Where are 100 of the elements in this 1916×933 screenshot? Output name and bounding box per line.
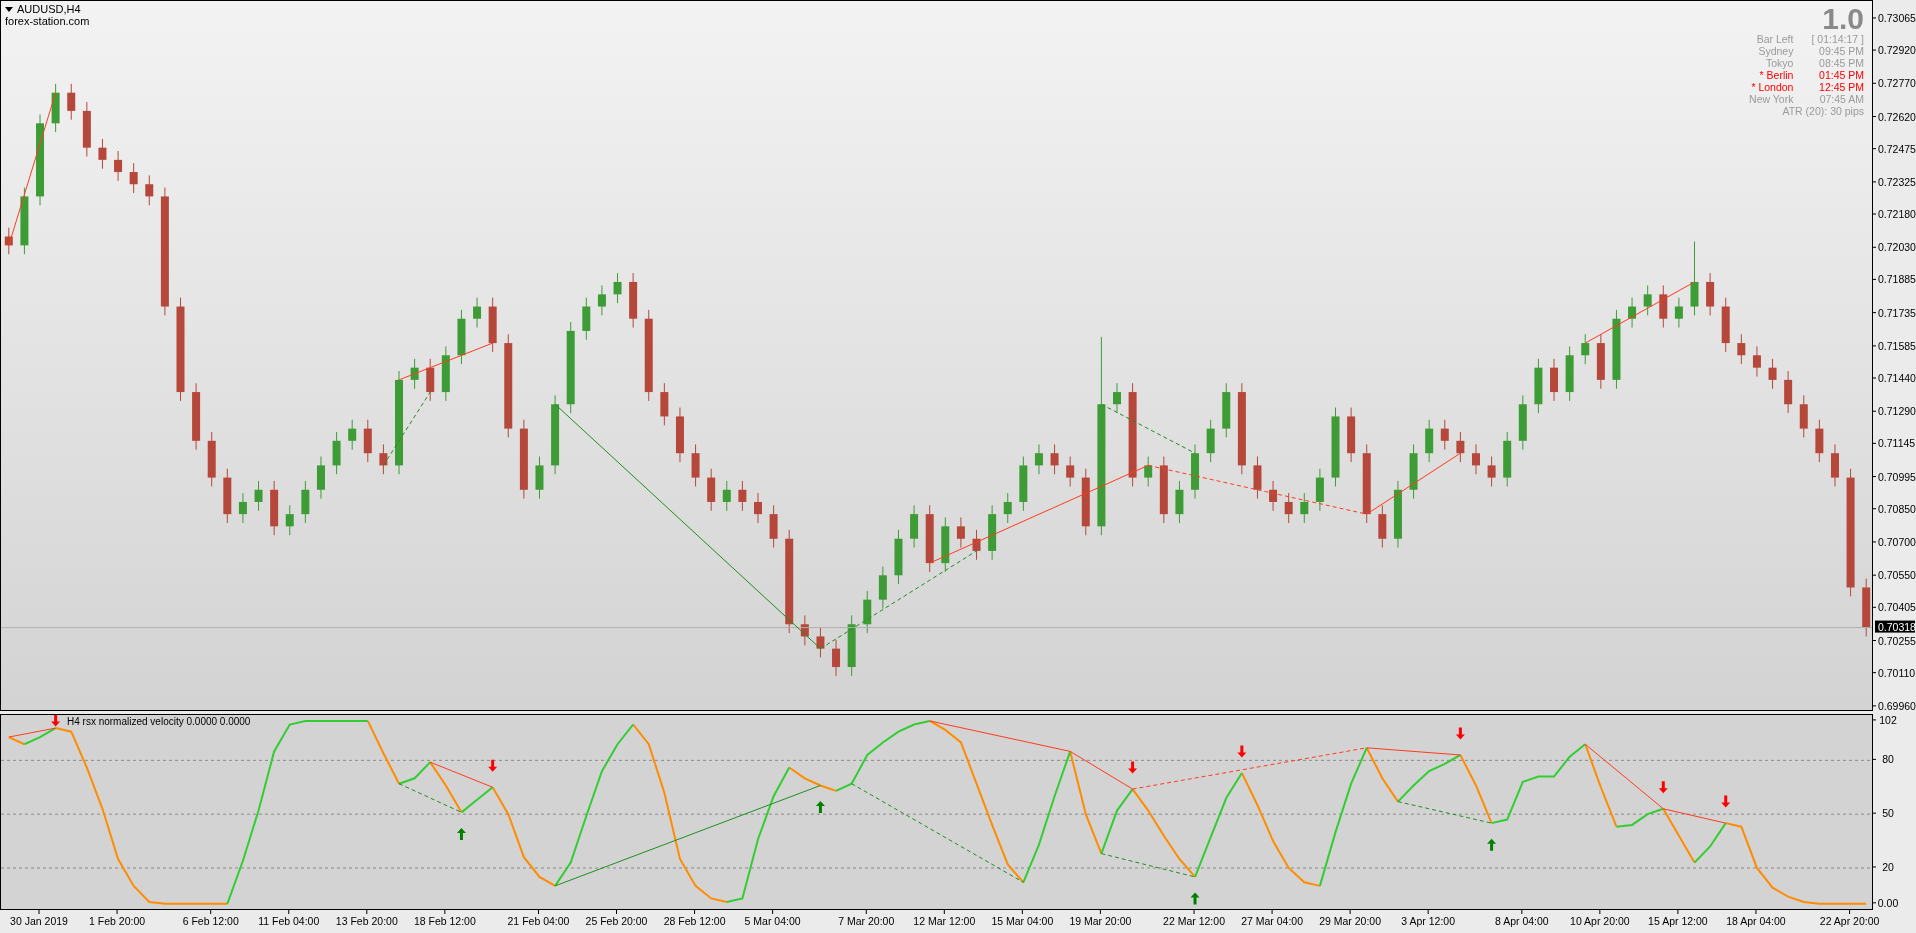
price-tick-label: 0.70255 — [1878, 634, 1916, 647]
candlestick — [348, 419, 357, 451]
candlestick — [941, 516, 950, 573]
price-tick-label: 0.71145 — [1878, 437, 1916, 450]
candlestick — [1003, 492, 1012, 524]
time-tick-label: 22 Mar 12:00 — [1163, 915, 1225, 927]
price-tick-label: 0.70700 — [1878, 535, 1916, 548]
candlestick — [1487, 456, 1496, 487]
candlestick — [1581, 333, 1590, 365]
candlestick — [363, 419, 372, 463]
arrow-down-icon — [51, 715, 61, 727]
session-label: New York — [1749, 93, 1794, 105]
candlestick — [426, 358, 435, 402]
session-time: [ 01:14:17 ] — [1811, 33, 1864, 45]
candlestick — [1565, 345, 1574, 402]
price-tick-label: 0.72770 — [1878, 77, 1916, 90]
time-tick-label: 1 Feb 20:00 — [89, 915, 146, 927]
session-label: Sydney — [1757, 45, 1794, 57]
candlestick — [457, 309, 466, 365]
arrow-up-icon — [1487, 838, 1497, 851]
candlestick — [878, 565, 887, 610]
candlestick — [972, 529, 981, 561]
candlestick — [894, 529, 903, 585]
candlestick — [207, 431, 216, 487]
arrow-up-icon — [456, 827, 466, 840]
candlestick — [722, 480, 731, 512]
candlestick — [1409, 443, 1418, 500]
time-tick-label: 10 Apr 20:00 — [1570, 915, 1630, 927]
candlestick — [691, 443, 700, 487]
candlestick — [410, 358, 419, 390]
session-time: 01:45 PM — [1818, 69, 1864, 81]
candlestick — [1050, 443, 1059, 475]
indicator-tick-label: 0.00 — [1877, 896, 1899, 909]
candlestick — [1191, 443, 1200, 500]
time-tick-label: 22 Apr 20:00 — [1819, 915, 1880, 927]
indicator-tick-label: 20 — [1882, 860, 1894, 873]
price-tick-label: 0.71585 — [1878, 339, 1916, 352]
price-tick-label: 0.69960 — [1878, 699, 1916, 711]
price-tick-label: 0.71885 — [1878, 273, 1916, 286]
candlestick — [582, 297, 591, 341]
price-tick-label: 0.70405 — [1878, 601, 1916, 614]
candlestick — [660, 382, 669, 426]
candlestick — [488, 297, 497, 353]
candlestick — [1284, 492, 1293, 524]
candlestick — [1737, 333, 1746, 365]
arrow-down-icon — [1455, 727, 1465, 740]
candlestick — [1659, 285, 1668, 329]
candlestick — [1019, 456, 1028, 512]
price-tick-label: 0.72475 — [1878, 142, 1916, 155]
candlestick — [254, 480, 263, 512]
time-tick-label: 13 Feb 20:00 — [335, 915, 398, 927]
candlestick — [51, 83, 60, 133]
candlestick — [1253, 456, 1262, 500]
arrow-down-icon — [1128, 761, 1138, 774]
candlestick — [1534, 358, 1543, 414]
candlestick — [629, 272, 638, 329]
session-time: 08:45 PM — [1818, 57, 1864, 69]
indicator-label: H4 rsx normalized velocity 0.0000 0.0000 — [67, 716, 251, 727]
session-time: 07:45 AM — [1818, 93, 1864, 105]
candlestick — [223, 468, 232, 524]
candlestick — [1721, 297, 1730, 353]
time-tick-label: 15 Apr 12:00 — [1648, 915, 1708, 927]
candlestick — [1799, 394, 1808, 438]
candlestick — [67, 83, 76, 121]
candlestick — [1596, 333, 1605, 390]
candlestick — [1269, 480, 1278, 512]
candlestick — [129, 162, 138, 194]
candlestick — [535, 456, 544, 500]
session-label: * Berlin — [1758, 69, 1794, 81]
caret-icon[interactable] — [5, 6, 13, 12]
time-tick-label: 18 Apr 04:00 — [1726, 915, 1786, 927]
price-tick-label: 0.73065 — [1878, 11, 1916, 24]
time-tick-label: 28 Feb 12:00 — [663, 915, 726, 927]
time-tick-label: 27 Mar 04:00 — [1241, 915, 1303, 927]
candlestick — [769, 504, 778, 549]
candlestick — [145, 174, 154, 206]
price-tick-label: 0.70550 — [1878, 569, 1916, 582]
candlestick — [1066, 456, 1075, 487]
candlestick — [1518, 394, 1527, 451]
price-tick-label: 0.70110 — [1878, 666, 1916, 679]
candlestick — [238, 492, 247, 524]
indicator-tick-label: 80 — [1882, 753, 1894, 766]
candlestick — [613, 272, 622, 304]
trend-line — [429, 761, 494, 788]
candlestick — [1081, 468, 1090, 536]
session-label: Bar Left — [1755, 33, 1794, 45]
candlestick — [1550, 358, 1559, 402]
time-tick-label: 19 Mar 20:00 — [1069, 915, 1132, 927]
source-label: forex-station.com — [5, 15, 90, 27]
candlestick — [1628, 297, 1637, 329]
session-label: * London — [1750, 81, 1794, 93]
price-tick-label: 0.71735 — [1878, 306, 1916, 319]
candlestick — [1706, 272, 1715, 316]
candlestick — [738, 480, 747, 512]
candlestick — [1768, 358, 1777, 390]
trend-line — [398, 783, 462, 813]
candlestick — [1300, 492, 1309, 524]
time-tick-label: 21 Feb 04:00 — [507, 915, 570, 927]
time-tick-label: 18 Feb 12:00 — [413, 915, 476, 927]
candlestick — [1503, 431, 1512, 487]
